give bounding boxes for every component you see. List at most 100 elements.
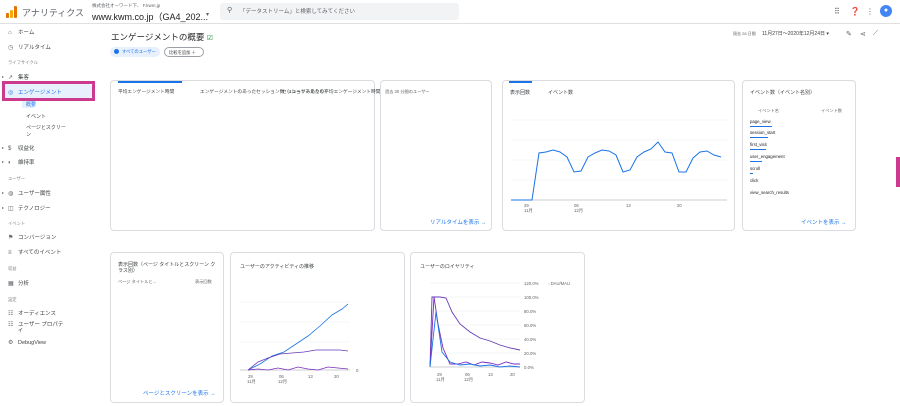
sidebar-item-user-properties[interactable]: ☷ ユーザー プロパテ bbox=[8, 320, 63, 328]
sidebar-item-debugview[interactable]: ⚙ DebugView bbox=[8, 339, 46, 346]
realtime-card bbox=[380, 80, 492, 231]
caret-right-icon[interactable]: ▸ bbox=[2, 145, 4, 150]
search-bar[interactable]: ⚲ bbox=[220, 3, 459, 20]
page-title-text: エンゲージメントの概要 bbox=[111, 32, 205, 42]
top-bar: アナリティクス 株式会社オーワード下、 F.kwm.jp www.kwm.co.… bbox=[0, 0, 900, 24]
sidebar-item-analysis[interactable]: ▦ 分析 bbox=[8, 279, 29, 287]
y-tick-label: 40.0% bbox=[524, 337, 536, 342]
x-tick-label: 20 bbox=[334, 374, 339, 379]
monetization-icon: $ bbox=[8, 146, 12, 152]
caret-right-icon[interactable]: ▸ bbox=[2, 205, 4, 210]
realtime-title: 過去 30 分間のユーザー bbox=[385, 89, 430, 94]
right-edge-marker bbox=[896, 157, 900, 187]
account-subtitle[interactable]: 株式会社オーワード下、 F.kwm.jp bbox=[92, 3, 160, 9]
sidebar-item-demographics[interactable]: ◍ ユーザー属性 bbox=[8, 189, 51, 197]
analysis-icon: ▦ bbox=[8, 281, 14, 287]
insights-icon[interactable]: ⟋ bbox=[873, 30, 878, 38]
event-bar bbox=[750, 173, 753, 174]
date-range-picker[interactable]: 11月27日〜2020年12月24日 ▾ bbox=[762, 30, 829, 37]
metric-session-engagement-time[interactable]: セッションあたりの平均エンゲージメント時間 bbox=[282, 89, 380, 95]
y-tick-label: 20.0% bbox=[524, 351, 536, 356]
sidebar-item-home[interactable]: ⌂ ホーム bbox=[8, 28, 34, 36]
event-name: page_view bbox=[750, 119, 771, 124]
y-tick-label: 80.0% bbox=[524, 309, 536, 314]
event-name: scroll bbox=[750, 166, 761, 171]
y-tick-label: 100.0% bbox=[524, 295, 539, 300]
sidebar-item-label: ユーザー プロパテ bbox=[18, 322, 64, 328]
property-icon: ☷ bbox=[8, 322, 14, 328]
account-selector[interactable]: www.kwm.co.jp（GA4_202... bbox=[92, 10, 208, 23]
date-range-label: 過去 28 日間 bbox=[733, 31, 756, 36]
sidebar-item-retention[interactable]: ◐ 維持率 bbox=[8, 158, 35, 166]
col-views: 表示回数 bbox=[195, 279, 212, 284]
sidebar-item-acquisition[interactable]: ↗ 集客 bbox=[8, 73, 29, 81]
chevron-down-icon[interactable]: ▾ bbox=[206, 11, 209, 18]
avatar[interactable]: ● bbox=[880, 5, 892, 17]
views-by-page-card bbox=[110, 252, 224, 403]
dau-wau-line bbox=[429, 296, 521, 368]
grid-icon[interactable]: ⠿ bbox=[834, 7, 840, 16]
share-icon[interactable]: ⋖ bbox=[860, 30, 866, 38]
analytics-logo-icon[interactable] bbox=[6, 6, 18, 18]
chip-label: 比較を追加 ＋ bbox=[169, 50, 196, 55]
views-series-line bbox=[511, 141, 722, 201]
edit-icon[interactable]: ✎ bbox=[846, 30, 852, 38]
caret-right-icon[interactable]: ▸ bbox=[2, 159, 4, 164]
sidebar-sub-pages[interactable]: ページとスクリー bbox=[26, 124, 66, 131]
chip-label: すべてのユーザー bbox=[122, 49, 156, 54]
search-icon: ⚲ bbox=[227, 7, 233, 14]
devices-icon: ◫ bbox=[8, 206, 14, 212]
event-name: first_visit bbox=[750, 142, 767, 147]
chip-all-users[interactable]: すべてのユーザー bbox=[110, 47, 160, 57]
x-tick-label: 11月 bbox=[436, 377, 445, 383]
view-events-link[interactable]: イベントを表示 → bbox=[801, 218, 847, 226]
section-event: イベント bbox=[8, 221, 26, 226]
col-page-title: ページ タイトルと... bbox=[118, 279, 157, 284]
page-title: エンゲージメントの概要 ☑ bbox=[111, 31, 213, 43]
sidebar-item-label: 分析 bbox=[18, 281, 30, 287]
event-bar bbox=[750, 126, 772, 127]
event-name: user_engagement bbox=[750, 154, 785, 159]
event-bar bbox=[750, 137, 768, 138]
y-tick-label: 0.0% bbox=[524, 365, 534, 370]
sidebar-sub-pages-cont[interactable]: ン bbox=[26, 131, 31, 138]
sidebar-item-conversions[interactable]: ⚑ コンバージョン bbox=[8, 233, 56, 241]
sidebar-item-realtime[interactable]: ◷ リアルタイム bbox=[8, 43, 51, 51]
search-input[interactable] bbox=[240, 7, 450, 16]
event-bar bbox=[750, 149, 766, 150]
clock-icon: ◷ bbox=[8, 45, 14, 51]
sidebar-item-monetization[interactable]: $ 収益化 bbox=[8, 144, 35, 152]
caret-right-icon[interactable]: ▸ bbox=[2, 190, 4, 195]
sidebar-sub-overview[interactable]: 概要 bbox=[26, 101, 36, 108]
y-tick-label: 0 bbox=[356, 368, 359, 373]
view-pages-link[interactable]: ページとスクリーンを表示 → bbox=[143, 389, 216, 397]
caret-right-icon[interactable]: ▸ bbox=[2, 74, 4, 79]
section-user: ユーザー bbox=[8, 176, 26, 181]
x-tick-label: 12月 bbox=[278, 379, 287, 385]
y-tick-label: 60.0% bbox=[524, 323, 536, 328]
section-monetize: 収益 bbox=[8, 266, 17, 271]
col-event-name: イベント名 bbox=[758, 108, 779, 113]
add-comparison-button[interactable]: 比較を追加 ＋ bbox=[164, 47, 204, 57]
sidebar-sub-events[interactable]: イベント bbox=[26, 113, 46, 120]
metric-avg-engagement-time[interactable]: 平均エンゲージメント時間 bbox=[118, 89, 174, 95]
sidebar-item-audiences[interactable]: ☷ オーディエンス bbox=[8, 309, 56, 317]
sidebar-item-label: テクノロジー bbox=[18, 206, 51, 212]
x-tick-label: 11月 bbox=[524, 208, 533, 214]
acquisition-icon: ↗ bbox=[8, 75, 14, 81]
x-tick-label: 13 bbox=[626, 203, 631, 208]
more-icon[interactable]: ⋮ bbox=[866, 7, 874, 16]
debug-icon: ⚙ bbox=[8, 340, 14, 346]
view-realtime-link[interactable]: リアルタイムを表示 → bbox=[430, 218, 486, 226]
help-icon[interactable]: ❓ bbox=[850, 7, 860, 16]
daily-users-line bbox=[247, 366, 349, 371]
home-icon: ⌂ bbox=[8, 30, 12, 36]
sidebar-item-technology[interactable]: ◫ テクノロジー bbox=[8, 204, 51, 212]
sidebar-item-label: リアルタイム bbox=[18, 45, 51, 51]
sidebar-item-all-events[interactable]: ≡ すべてのイベント bbox=[8, 248, 61, 256]
dot-icon bbox=[114, 49, 119, 54]
sidebar-item-label: 維持率 bbox=[18, 160, 35, 166]
sidebar-item-user-properties-cont[interactable]: イ bbox=[18, 327, 23, 334]
event-name: session_start bbox=[750, 130, 776, 135]
event-name: view_search_results bbox=[750, 190, 789, 195]
